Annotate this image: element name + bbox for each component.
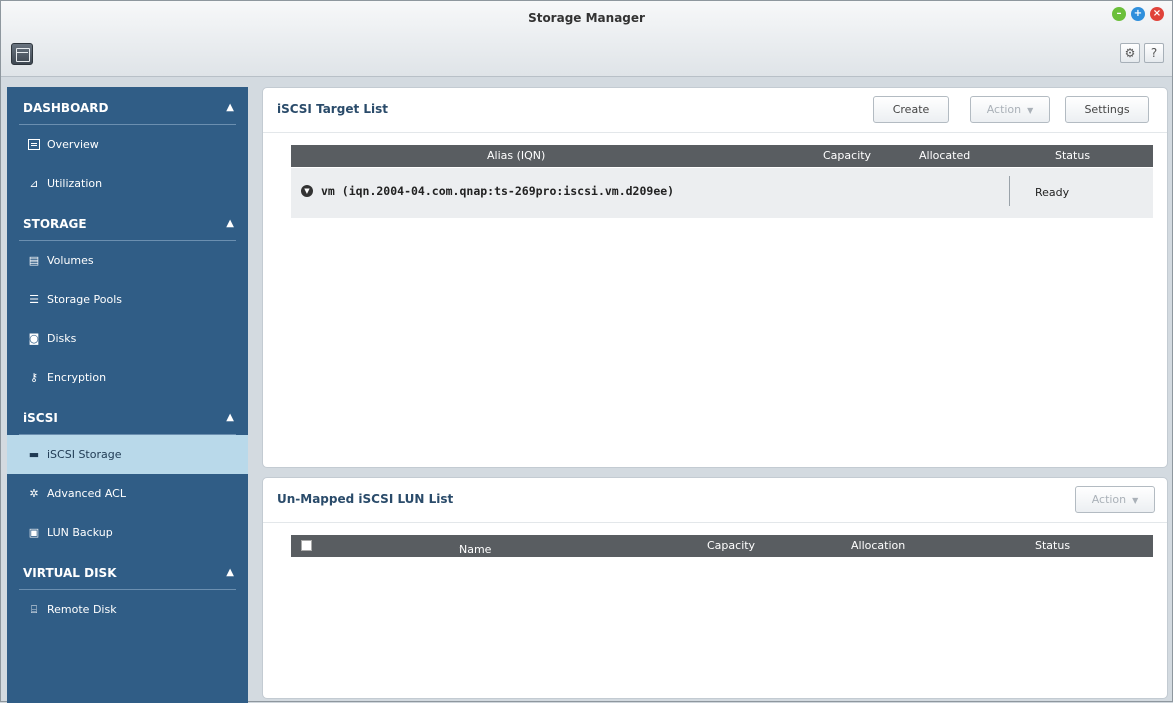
encryption-icon: ⚷ [29, 371, 39, 384]
column-allocation[interactable]: Allocation [851, 539, 905, 552]
sidebar-item-lun-backup[interactable]: ▣ LUN Backup [7, 513, 248, 552]
volumes-icon: ▤ [28, 254, 40, 267]
select-all-checkbox[interactable] [301, 540, 312, 551]
title-bar: Storage Manager – + × ⚙ ? [1, 1, 1172, 77]
column-alias[interactable]: Alias (IQN) [487, 149, 545, 162]
chevron-down-icon: ▼ [1027, 106, 1034, 115]
divider [263, 522, 1167, 523]
section-label: iSCSI [23, 411, 58, 425]
divider [263, 132, 1167, 133]
storage-manager-window: Storage Manager – + × ⚙ ? DASHBOARD ▲ Ov… [0, 0, 1173, 703]
sidebar-item-overview[interactable]: Overview [7, 125, 248, 164]
sidebar-item-label: Utilization [47, 177, 103, 190]
section-label: DASHBOARD [23, 101, 109, 115]
sidebar-item-label: Storage Pools [47, 293, 123, 306]
advanced-acl-icon: ✲ [29, 487, 39, 500]
sidebar-item-label: Advanced ACL [47, 487, 126, 500]
column-capacity[interactable]: Capacity [823, 149, 871, 162]
target-alias-text: vm (iqn.2004-04.com.qnap:ts-269pro:iscsi… [321, 184, 675, 198]
column-status[interactable]: Status [1035, 539, 1070, 552]
sidebar-item-encryption[interactable]: ⚷ Encryption [7, 358, 248, 397]
action-label: Action [1091, 493, 1127, 506]
sidebar: DASHBOARD ▲ Overview ⊿ Utilization STORA… [7, 87, 248, 703]
panel-title: Un-Mapped iSCSI LUN List [277, 492, 454, 506]
chevron-down-icon: ▼ [1132, 496, 1139, 505]
sidebar-item-label: Overview [47, 138, 99, 151]
iscsi-storage-icon: ▬ [28, 448, 40, 461]
section-label: VIRTUAL DISK [23, 566, 117, 580]
chevron-down-icon[interactable]: ▼ [301, 185, 313, 197]
sidebar-item-label: Volumes [47, 254, 94, 267]
window-title: Storage Manager [528, 11, 645, 25]
action-label: Action [986, 103, 1022, 116]
sidebar-item-remote-disk[interactable]: ⌸ Remote Disk [7, 590, 248, 629]
storage-pools-icon: ☰ [29, 293, 39, 306]
target-alias: ▼ vm (iqn.2004-04.com.qnap:ts-269pro:isc… [301, 184, 674, 198]
panel-title: iSCSI Target List [277, 102, 389, 116]
section-iscsi[interactable]: iSCSI ▲ [7, 397, 248, 435]
settings-gear-icon[interactable]: ⚙ [1120, 43, 1140, 63]
column-allocated[interactable]: Allocated [919, 149, 970, 162]
settings-button[interactable]: Settings [1065, 96, 1149, 123]
sidebar-item-iscsi-storage[interactable]: ▬ iSCSI Storage [7, 435, 248, 474]
minimize-icon[interactable]: – [1112, 7, 1126, 21]
column-capacity[interactable]: Capacity [707, 539, 755, 552]
target-status: Ready [1035, 186, 1070, 199]
sidebar-item-storage-pools[interactable]: ☰ Storage Pools [7, 280, 248, 319]
table-row[interactable]: ▼ vm (iqn.2004-04.com.qnap:ts-269pro:isc… [291, 168, 1153, 218]
close-icon[interactable]: × [1150, 7, 1164, 21]
remote-disk-icon: ⌸ [30, 603, 38, 616]
sidebar-item-utilization[interactable]: ⊿ Utilization [7, 164, 248, 203]
sidebar-item-label: Disks [47, 332, 77, 345]
sidebar-item-label: iSCSI Storage [47, 448, 122, 461]
section-storage[interactable]: STORAGE ▲ [7, 203, 248, 241]
toolbar: ⚙ ? [1120, 43, 1164, 63]
utilization-icon: ⊿ [29, 177, 39, 190]
section-virtual-disk[interactable]: VIRTUAL DISK ▲ [7, 552, 248, 590]
overview-icon [27, 138, 41, 152]
chevron-up-icon[interactable]: ▲ [226, 87, 234, 129]
sidebar-item-label: Remote Disk [47, 603, 117, 616]
column-name-label: Name [459, 543, 492, 556]
section-dashboard[interactable]: DASHBOARD ▲ [7, 87, 248, 125]
sidebar-item-label: Encryption [47, 371, 107, 384]
help-icon[interactable]: ? [1144, 43, 1164, 63]
disks-icon: ◙ [28, 332, 40, 345]
column-divider [1009, 176, 1010, 206]
iscsi-target-list-panel: iSCSI Target List Create Action ▼ Setting… [262, 87, 1168, 468]
sidebar-item-label: LUN Backup [47, 526, 113, 539]
maximize-icon[interactable]: + [1131, 7, 1145, 21]
lun-backup-icon: ▣ [28, 526, 40, 539]
section-label: STORAGE [23, 217, 87, 231]
sort-icon: – [459, 543, 463, 552]
lun-table-header: Name – Capacity Allocation Status [291, 535, 1153, 557]
sidebar-item-disks[interactable]: ◙ Disks [7, 319, 248, 358]
chevron-up-icon[interactable]: ▲ [226, 552, 234, 594]
lun-action-dropdown[interactable]: Action ▼ [1075, 486, 1155, 513]
target-table-header: Alias (IQN) Capacity Allocated Status [291, 145, 1153, 167]
sidebar-item-advanced-acl[interactable]: ✲ Advanced ACL [7, 474, 248, 513]
chevron-up-icon[interactable]: ▲ [226, 203, 234, 245]
window-controls: – + × [1112, 7, 1164, 21]
app-menu-icon[interactable] [11, 43, 33, 65]
create-button[interactable]: Create [873, 96, 949, 123]
column-status[interactable]: Status [1055, 149, 1090, 162]
sidebar-item-volumes[interactable]: ▤ Volumes [7, 241, 248, 280]
action-dropdown[interactable]: Action ▼ [970, 96, 1050, 123]
unmapped-lun-list-panel: Un-Mapped iSCSI LUN List Action ▼ Name – … [262, 477, 1168, 699]
chevron-up-icon[interactable]: ▲ [226, 397, 234, 439]
